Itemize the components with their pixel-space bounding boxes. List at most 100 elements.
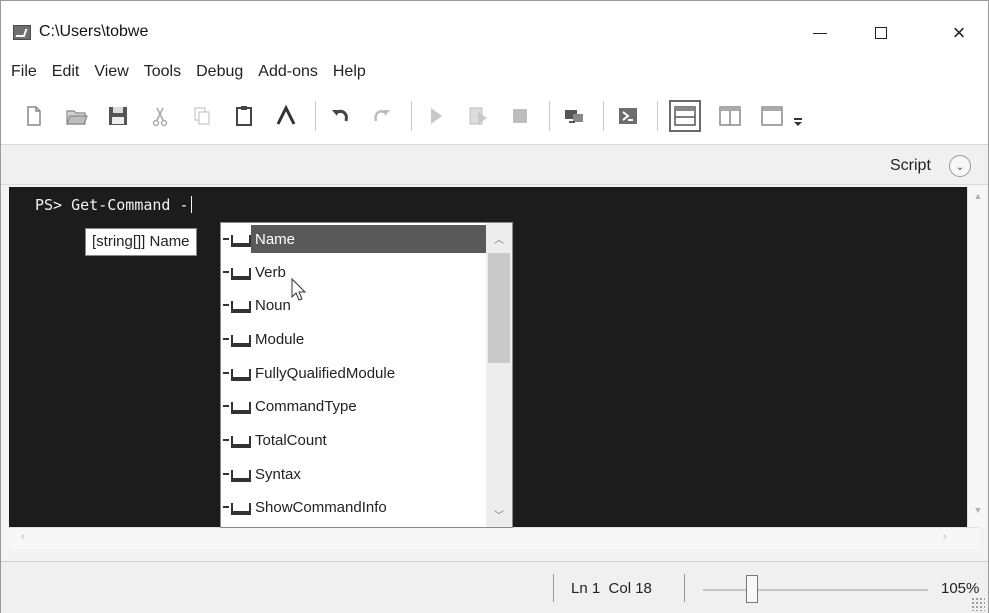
intellisense-item[interactable]: FullyQualifiedModule [223,358,485,388]
chevron-down-icon[interactable]: ⌄ [949,155,971,177]
toolbar-separator [549,101,550,131]
paste-icon [236,106,252,126]
parameter-icon [223,467,251,482]
overflow-icon [794,118,802,126]
run-command-button[interactable] [273,103,299,129]
status-separator [553,574,554,602]
open-icon [66,110,88,125]
run-script-icon [431,108,442,124]
open-button[interactable] [63,103,89,129]
intellisense-item[interactable]: Syntax [223,459,485,489]
run-selection-button[interactable] [465,103,491,129]
parameter-tooltip: [string[]] Name [85,228,197,256]
toolbar-separator [657,101,658,131]
zoom-level: 105% [941,580,980,597]
show-script-maximized-button[interactable] [759,103,785,129]
minimize-icon [813,32,827,34]
menu-edit[interactable]: Edit [44,59,87,85]
zoom-slider[interactable] [703,589,928,591]
redo-icon [374,110,390,122]
paste-button[interactable] [231,103,257,129]
copy-icon [194,107,210,125]
intellisense-list[interactable]: Name Verb Noun Module FullyQualifiedModu… [220,222,513,528]
layout-top-icon [674,106,696,126]
toolbar [1,85,988,145]
remote-icon [565,110,583,123]
menu-view[interactable]: View [86,59,135,85]
intellisense-item[interactable]: ShowCommandInfo [223,492,485,522]
status-separator [684,574,685,602]
minimize-button[interactable] [797,15,843,51]
intellisense-item[interactable]: Verb [223,257,485,287]
layout-max-icon [761,106,783,126]
run-icon [276,104,296,125]
window-title: C:\Users\tobwe [39,23,149,40]
menu-add-ons[interactable]: Add-ons [250,59,325,85]
remote-powershell-button[interactable] [561,103,587,129]
scroll-left-icon[interactable]: ‹ [21,531,25,543]
console-prompt: PS> [35,196,63,214]
console-vertical-scrollbar[interactable]: ▲ ▼ [967,187,987,527]
maximize-button[interactable] [858,15,904,51]
close-icon: × [952,20,966,45]
cursor-position: Ln 1 Col 18 [571,580,652,597]
cut-button[interactable] [147,103,173,129]
powershell-app-icon [13,25,31,40]
redo-button[interactable] [369,103,395,129]
resize-grip[interactable] [971,597,985,611]
title-bar[interactable]: C:\Users\tobwe × [1,1,988,59]
scroll-right-icon[interactable]: › [943,531,947,543]
show-script-right-button[interactable] [717,103,743,129]
script-pane-label[interactable]: Script [890,157,931,175]
toolbar-separator [411,101,412,131]
stop-button[interactable] [507,103,533,129]
toolbar-separator [315,101,316,131]
scroll-down-icon[interactable]: ﹀ [486,507,512,522]
toolbar-separator [603,101,604,131]
close-button[interactable]: × [936,15,982,51]
save-button[interactable] [105,103,131,129]
script-pane-header: Script ⌄ [1,145,988,185]
zoom-slider-thumb[interactable] [746,575,758,603]
maximize-icon [875,27,887,39]
undo-button[interactable] [327,103,353,129]
stop-icon [513,109,527,123]
show-script-top-button[interactable] [669,100,701,132]
intellisense-item[interactable]: Noun [223,290,485,320]
new-icon [27,106,41,126]
cut-icon [152,107,168,127]
run-selection-icon [469,107,487,125]
parameter-icon [223,399,251,414]
scroll-up-icon[interactable]: ︿ [486,231,512,246]
intellisense-scrollbar[interactable]: ︿ ﹀ [486,223,512,527]
parameter-icon [223,265,251,280]
scrollbar-thumb[interactable] [488,253,510,363]
status-bar: Ln 1 Col 18 105% [1,561,988,613]
intellisense-item[interactable]: TotalCount [223,425,485,455]
new-button[interactable] [21,103,47,129]
mouse-pointer-icon [291,278,307,301]
console-input-line[interactable]: PS> Get-Command - [35,196,192,214]
powershell-icon [619,108,637,124]
intellisense-item[interactable]: Name [223,224,487,254]
menu-tools[interactable]: Tools [136,59,188,85]
scroll-down-icon[interactable]: ▼ [968,505,988,523]
console-horizontal-scrollbar[interactable]: ‹ › [9,527,979,549]
start-powershell-button[interactable] [615,103,641,129]
menu-debug[interactable]: Debug [188,59,250,85]
scroll-up-icon[interactable]: ▲ [968,191,988,209]
parameter-icon [223,232,251,247]
parameter-icon [223,332,251,347]
menu-help[interactable]: Help [325,59,373,85]
layout-right-icon [719,106,741,126]
intellisense-item[interactable]: Module [223,324,485,354]
menu-bar: File Edit View Tools Debug Add-ons Help [1,59,988,85]
toolbar-overflow-button[interactable] [791,103,805,129]
menu-file[interactable]: File [1,59,44,85]
parameter-icon [223,433,251,448]
intellisense-item[interactable]: CommandType [223,391,485,421]
undo-icon [332,109,348,122]
run-script-button[interactable] [423,103,449,129]
copy-button[interactable] [189,103,215,129]
parameter-icon [223,298,251,313]
